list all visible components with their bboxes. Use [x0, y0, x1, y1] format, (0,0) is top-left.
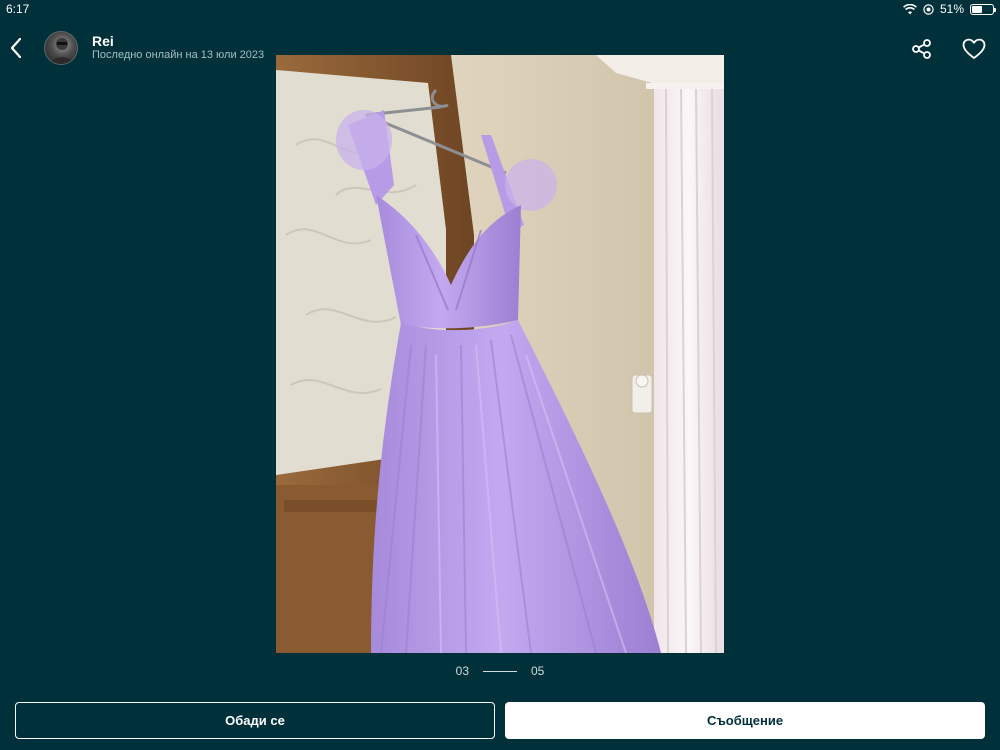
battery-fill: [972, 5, 983, 13]
battery-icon: [970, 3, 996, 15]
avatar[interactable]: [44, 31, 78, 65]
battery-percent: 51%: [939, 2, 964, 16]
location-icon: [923, 3, 934, 15]
status-icons: 51%: [903, 2, 996, 16]
listing-photo[interactable]: [276, 55, 724, 653]
share-button[interactable]: [909, 36, 935, 62]
pager-total: 05: [531, 664, 545, 678]
avatar-person-icon: [50, 38, 74, 64]
back-button[interactable]: [4, 34, 28, 62]
wifi-icon: [903, 3, 917, 14]
last-online-status: Последно онлайн на 13 юли 2023: [92, 49, 265, 61]
heart-icon: [962, 38, 986, 59]
pager-divider: [483, 670, 517, 672]
favorite-button[interactable]: [961, 36, 987, 62]
share-icon: [912, 39, 931, 59]
pager-current: 03: [455, 664, 469, 678]
status-bar: 6:17 51%: [0, 0, 1000, 18]
dress-photo-image: [276, 55, 724, 653]
chevron-left-icon: [10, 37, 22, 59]
call-button[interactable]: Обади се: [15, 702, 495, 739]
user-name[interactable]: Rei: [92, 33, 114, 49]
message-button[interactable]: Съобщение: [505, 702, 985, 739]
status-time: 6:17: [6, 2, 30, 16]
photo-pager: 03 05: [0, 662, 1000, 680]
